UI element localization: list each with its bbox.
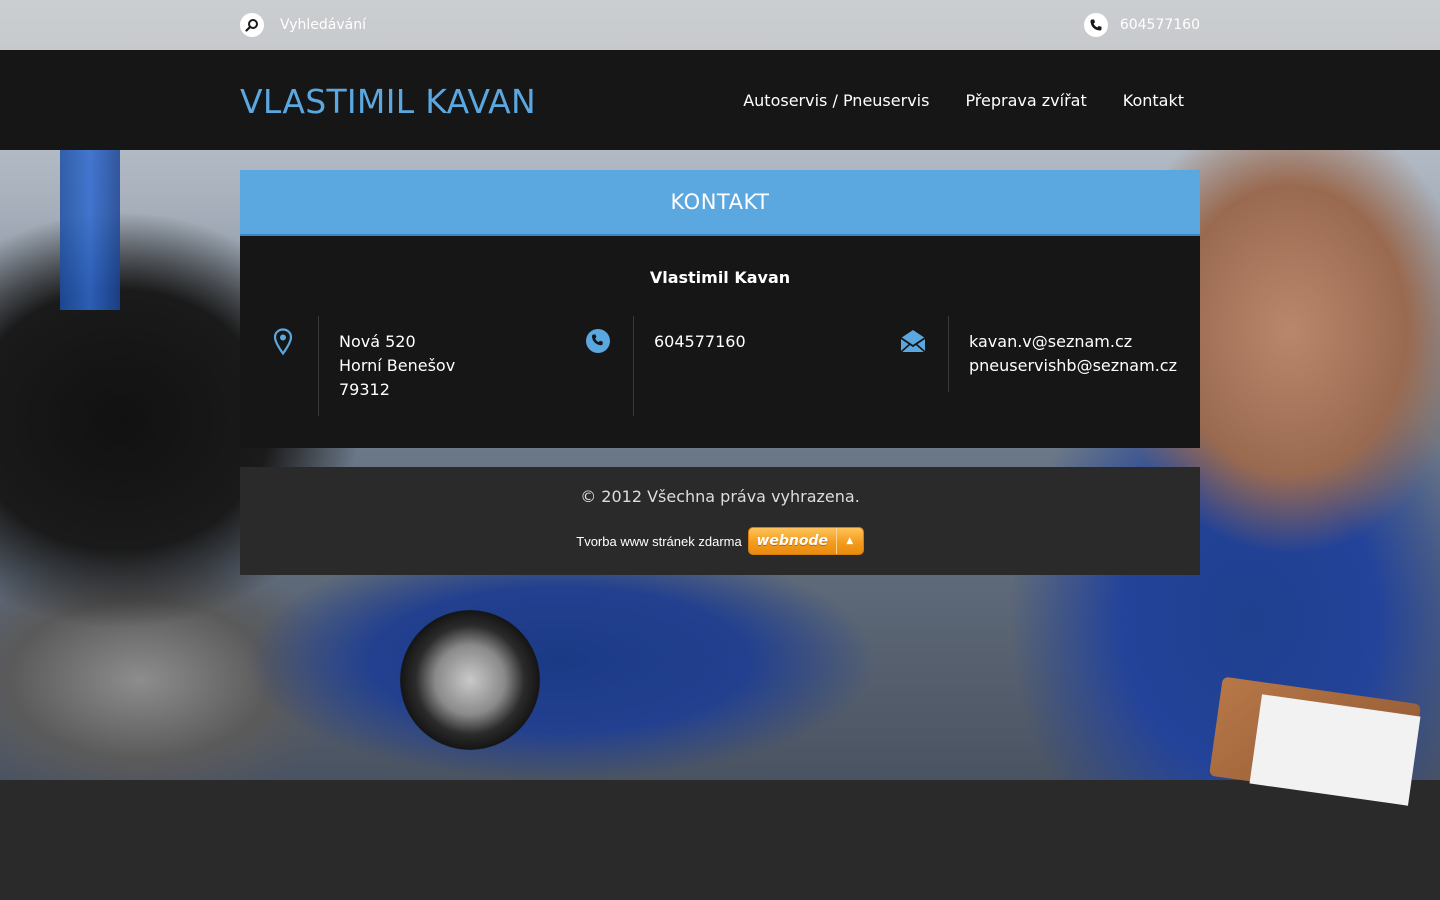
top-phone-number: 604577160 bbox=[1119, 17, 1200, 33]
contact-title-bar: KONTAKT bbox=[240, 170, 1200, 236]
main-nav: Autoservis / Pneuservis Přeprava zvířat … bbox=[723, 86, 1200, 116]
phone-text: 604577160 bbox=[633, 316, 894, 416]
email-link-secondary[interactable]: pneuservishb@seznam.cz bbox=[969, 354, 1189, 378]
nav-item-kontakt[interactable]: Kontakt bbox=[1103, 86, 1200, 116]
search-input[interactable] bbox=[280, 17, 480, 33]
site-header: VLASTIMIL KAVAN Autoservis / Pneuservis … bbox=[0, 50, 1440, 150]
address-text: Nová 520 Horní Benešov 79312 bbox=[318, 316, 579, 416]
credit-link[interactable]: Tvorba www stránek zdarma bbox=[576, 534, 741, 549]
background-car-wheel bbox=[400, 610, 540, 750]
address-city: Horní Benešov bbox=[339, 356, 456, 375]
site-footer: © 2012 Všechna práva vyhrazena. Tvorba w… bbox=[240, 467, 1200, 575]
contact-address-block: Nová 520 Horní Benešov 79312 bbox=[248, 316, 579, 416]
nav-item-autoservis[interactable]: Autoservis / Pneuservis bbox=[723, 86, 945, 116]
contact-name: Vlastimil Kavan bbox=[649, 268, 791, 287]
email-link-primary[interactable]: kavan.v@seznam.cz bbox=[969, 330, 1189, 354]
phone-icon bbox=[563, 316, 633, 416]
contact-panel: Vlastimil Kavan Nová 520 Horní Benešov 7… bbox=[240, 236, 1200, 448]
page-title: KONTAKT bbox=[670, 190, 770, 214]
search-box bbox=[240, 13, 480, 37]
footer-credits: Tvorba www stránek zdarma webnode ▲ bbox=[240, 527, 1200, 555]
contact-email-block: kavan.v@seznam.cz pneuservishb@seznam.cz bbox=[878, 316, 1189, 392]
envelope-icon bbox=[878, 316, 948, 392]
site-logo[interactable]: VLASTIMIL KAVAN bbox=[240, 82, 536, 122]
contact-phone-block: 604577160 bbox=[563, 316, 894, 416]
address-zip: 79312 bbox=[339, 380, 390, 399]
top-phone: 604577160 bbox=[1083, 13, 1200, 37]
top-bar: 604577160 bbox=[0, 0, 1440, 50]
phone-icon bbox=[1083, 13, 1108, 37]
address-street: Nová 520 bbox=[339, 332, 416, 351]
background-lift-pillar bbox=[60, 150, 120, 310]
email-text: kavan.v@seznam.cz pneuservishb@seznam.cz bbox=[948, 316, 1189, 392]
copyright-text: © 2012 Všechna práva vyhrazena. bbox=[580, 487, 860, 506]
nav-item-preprava-zvirat[interactable]: Přeprava zvířat bbox=[945, 86, 1102, 116]
search-icon[interactable] bbox=[240, 13, 264, 37]
chevron-up-icon: ▲ bbox=[835, 528, 863, 554]
webnode-logo-text: webnode bbox=[756, 533, 828, 549]
webnode-badge-button[interactable]: webnode ▲ bbox=[747, 527, 864, 555]
contact-phone-link[interactable]: 604577160 bbox=[654, 330, 894, 354]
map-pin-icon bbox=[248, 316, 318, 416]
